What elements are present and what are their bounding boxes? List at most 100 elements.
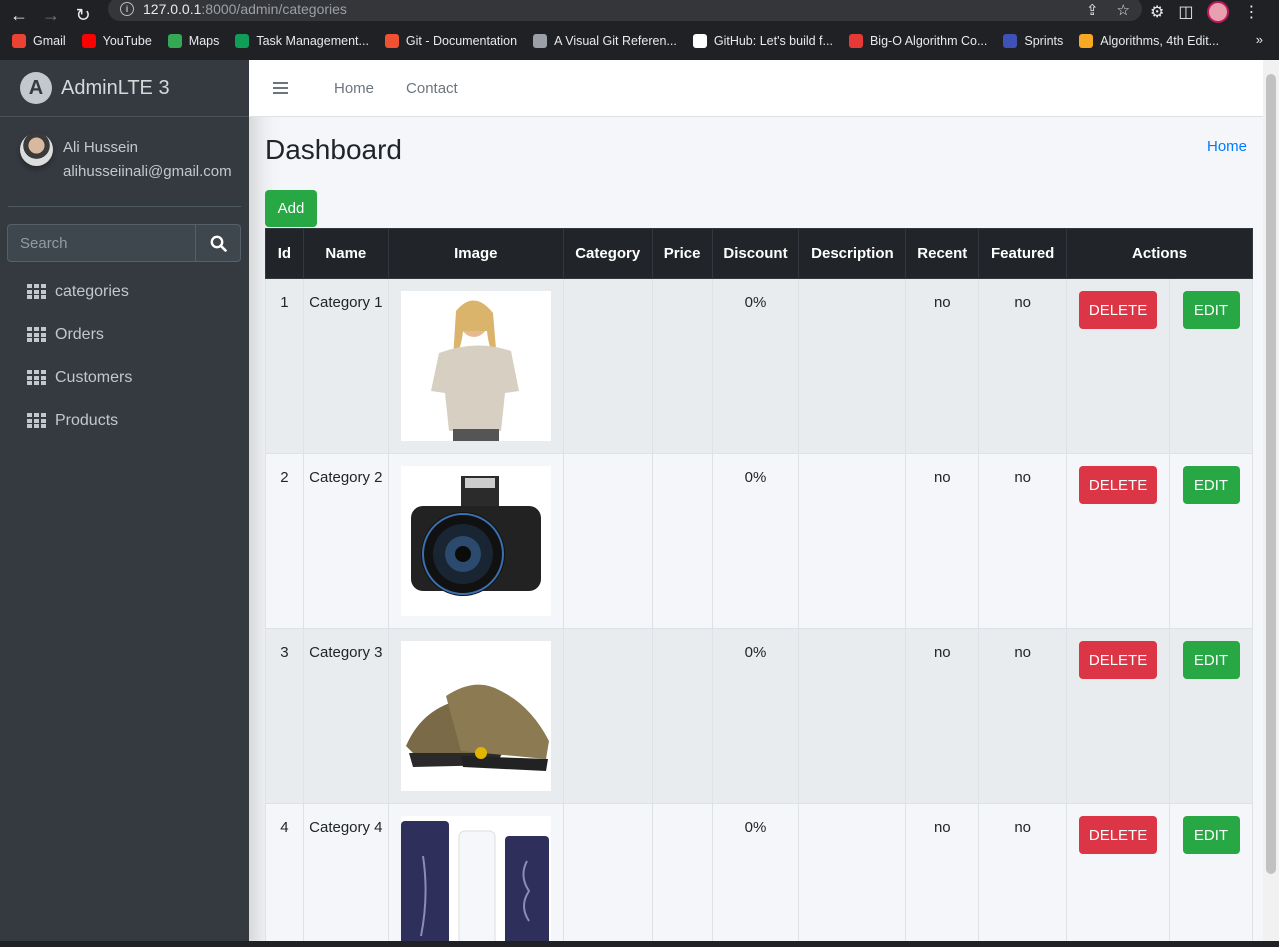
table-row: 1 Category 1 0% no no DELETE EDIT: [265, 278, 1253, 454]
bookmark-favicon-icon: [1003, 34, 1018, 48]
delete-button[interactable]: DELETE: [1079, 816, 1158, 854]
cell-id: 1: [265, 278, 304, 454]
sidebar-item-customers[interactable]: Customers: [8, 356, 241, 399]
page: A AdminLTE 3 Ali Hussein alihusseiinali@…: [0, 60, 1279, 947]
cell-image: [387, 803, 564, 947]
bookmark-favicon-icon: [12, 34, 26, 48]
bookmark-label: Maps: [188, 34, 220, 48]
scrollbar-thumb[interactable]: [1266, 74, 1276, 874]
share-icon[interactable]: ⇪: [1086, 1, 1099, 19]
bookmark-favicon-icon: [533, 34, 548, 48]
user-name[interactable]: Ali Hussein: [63, 139, 138, 156]
bookmark-favicon-icon: [81, 34, 96, 48]
breadcrumb-home[interactable]: Home: [1207, 138, 1247, 155]
bookmark-item[interactable]: Sprints: [1003, 34, 1063, 48]
sidebar-item-products[interactable]: Products: [8, 399, 241, 442]
sidebar-item-categories[interactable]: categories: [8, 270, 241, 313]
star-icon[interactable]: ☆: [1117, 1, 1130, 19]
brand-link[interactable]: A AdminLTE 3: [0, 60, 249, 117]
column-header-category: Category: [562, 228, 653, 279]
bookmark-favicon-icon: [692, 34, 707, 48]
address-bar[interactable]: i 127.0.0.1:8000/admin/categories ⇪ ☆: [108, 0, 1142, 21]
bookmarks-more-icon[interactable]: »: [1256, 32, 1263, 47]
url-path: :8000/admin/categories: [201, 1, 347, 17]
delete-button[interactable]: DELETE: [1079, 641, 1158, 679]
forward-arrow-icon[interactable]: →: [38, 0, 64, 30]
cell-edit: EDIT: [1169, 803, 1253, 947]
cell-image: [387, 278, 564, 454]
column-header-id: Id: [265, 228, 304, 279]
delete-button[interactable]: DELETE: [1079, 466, 1158, 504]
bookmark-item[interactable]: Maps: [167, 34, 220, 48]
sidebar-item-orders[interactable]: Orders: [8, 313, 241, 356]
cell-price: [651, 803, 713, 947]
cell-recent: no: [905, 453, 980, 629]
bookmark-label: Algorithms, 4th Edit...: [1100, 34, 1220, 48]
add-button[interactable]: Add: [265, 190, 317, 227]
bookmark-label: Big-O Algorithm Co...: [869, 34, 988, 48]
product-image-sneakers: [400, 641, 551, 791]
page-scrollbar[interactable]: [1263, 60, 1279, 947]
cell-name: Category 2: [302, 453, 389, 629]
bookmark-item[interactable]: Algorithms, 4th Edit...: [1079, 34, 1219, 48]
adminlte-logo-icon: A: [20, 72, 52, 104]
side-panel-icon[interactable]: ◫: [1178, 2, 1193, 22]
sidebar-menu: categories Orders Customers Products: [8, 270, 241, 442]
bookmark-item[interactable]: GitHub: Let's build f...: [692, 34, 833, 48]
extensions-icon[interactable]: ⚙: [1150, 2, 1164, 22]
cell-recent: no: [905, 803, 980, 947]
bookmark-item[interactable]: Task Management...: [235, 34, 369, 48]
search-icon: [210, 235, 227, 252]
bookmarks-bar: Gmail YouTube Maps Task Management... Git - …: [0, 30, 1279, 52]
bookmark-item[interactable]: Big-O Algorithm Co...: [848, 34, 988, 48]
sidebar-item-label: Orders: [55, 325, 104, 343]
edit-button[interactable]: EDIT: [1182, 641, 1240, 679]
back-arrow-icon[interactable]: ←: [6, 0, 32, 30]
bookmark-item[interactable]: Gmail: [12, 34, 66, 48]
cell-description: [798, 453, 907, 629]
url-host: 127.0.0.1: [143, 1, 202, 17]
cell-delete: DELETE: [1066, 803, 1171, 947]
nav-link-home[interactable]: Home: [334, 80, 374, 97]
content-area: Dashboard Home Add Id Name Image Category Pr…: [249, 117, 1263, 947]
bookmark-item[interactable]: Git - Documentation: [384, 34, 518, 48]
cell-price: [651, 628, 713, 804]
reload-icon[interactable]: ↻: [70, 0, 96, 30]
cell-category: [562, 278, 653, 454]
cell-price: [651, 453, 713, 629]
cell-featured: no: [978, 453, 1068, 629]
edit-button[interactable]: EDIT: [1182, 291, 1240, 329]
bookmark-item[interactable]: YouTube: [81, 34, 152, 48]
search-button[interactable]: [195, 224, 241, 262]
table-header-row: Id Name Image Category Price Discount Descript…: [265, 228, 1253, 279]
cell-delete: DELETE: [1066, 628, 1171, 804]
page-title: Dashboard: [265, 134, 402, 165]
delete-button[interactable]: DELETE: [1079, 291, 1158, 329]
menu-kebab-icon[interactable]: ⋮: [1243, 2, 1259, 22]
cell-discount: 0%: [711, 278, 800, 454]
cell-id: 2: [265, 453, 304, 629]
edit-button[interactable]: EDIT: [1182, 466, 1240, 504]
cell-edit: EDIT: [1169, 278, 1253, 454]
cell-category: [562, 803, 653, 947]
cell-price: [651, 278, 713, 454]
browser-toolbar: ← → ↻ i 127.0.0.1:8000/admin/categories …: [0, 0, 1279, 30]
table-row: 3 Category 3 0% no no DELETE EDIT: [265, 628, 1253, 804]
column-header-featured: Featured: [978, 228, 1068, 279]
profile-avatar[interactable]: [1207, 1, 1230, 23]
bookmark-label: Task Management...: [256, 34, 369, 48]
site-info-icon[interactable]: i: [120, 2, 134, 16]
sidebar-item-label: Products: [55, 411, 119, 429]
table-row: 4 Category 4 0% no no DELETE EDIT: [265, 803, 1253, 947]
bookmark-item[interactable]: A Visual Git Referen...: [533, 34, 677, 48]
cell-description: [798, 278, 907, 454]
hamburger-icon[interactable]: [273, 82, 288, 94]
cell-description: [798, 803, 907, 947]
bookmark-label: Git - Documentation: [405, 34, 518, 48]
bookmark-label: Gmail: [33, 34, 66, 48]
top-navbar: Home Contact: [249, 60, 1263, 117]
product-image-camera: [400, 466, 551, 616]
edit-button[interactable]: EDIT: [1182, 816, 1240, 854]
nav-link-contact[interactable]: Contact: [406, 80, 458, 97]
search-input[interactable]: [7, 224, 195, 262]
